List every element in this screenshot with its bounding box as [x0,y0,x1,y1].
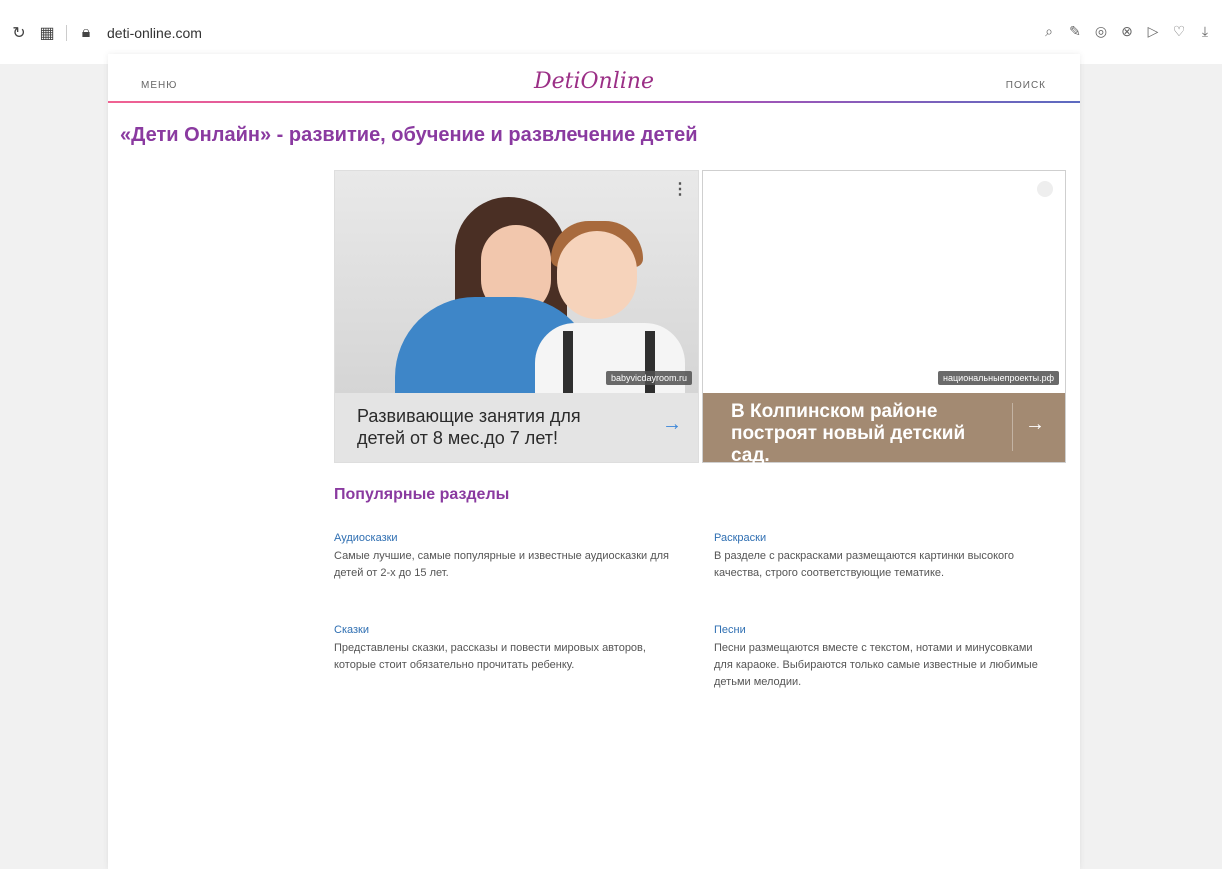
ad-caption-text: В Колпинском районе построят новый детск… [731,401,966,466]
edit-icon[interactable]: ✎ [1066,22,1084,40]
section-tales: Сказки Представлены сказки, рассказы и п… [334,624,674,674]
caption-divider [1012,403,1013,451]
popular-sections-title: Популярные разделы [334,486,510,503]
ad-caption[interactable]: Развивающие занятия для детей от 8 мес.д… [335,393,698,462]
section-description: Самые лучшие, самые популярные и известн… [334,550,670,579]
tabs-grid-icon[interactable]: ▦ [38,24,56,42]
toolbar-divider [66,25,67,41]
arrow-right-icon[interactable]: → [662,413,682,436]
search-link[interactable]: ПОИСК [1006,80,1046,91]
site-header: МЕНЮ DetiOnline ПОИСК [108,54,1080,103]
illustration-child-head [557,231,637,319]
page-container: МЕНЮ DetiOnline ПОИСК «Дети Онлайн» - ра… [108,54,1080,869]
search-icon[interactable]: ⌕ [1040,22,1058,40]
browser-right-controls: ⌕ ✎ ◎ ⊗ ▷ ♡ ⤓ [1040,22,1214,40]
arrow-right-icon[interactable]: → [1025,413,1045,436]
ad-card-right[interactable]: национальныепроекты.рф В Колпинском райо… [702,170,1066,466]
section-description: В разделе с раскрасками размещаются карт… [714,550,1015,579]
ad-caption-text: Развивающие занятия для детей от 8 мес.д… [357,406,581,448]
section-coloring: Раскраски В разделе с раскрасками размещ… [714,532,1054,582]
heart-icon[interactable]: ♡ [1170,22,1188,40]
download-icon[interactable]: ⤓ [1196,22,1214,40]
header-divider [108,101,1080,103]
illustration-strap [563,331,573,393]
refresh-icon[interactable]: ↻ [10,24,28,42]
section-link[interactable]: Аудиосказки [334,532,674,544]
address-bar-url[interactable]: deti-online.com [107,25,202,41]
extension-icon[interactable]: ◎ [1092,22,1110,40]
section-description: Представлены сказки, рассказы и повести … [334,642,646,671]
shield-icon[interactable]: ⊗ [1118,22,1136,40]
ad-caption[interactable]: В Колпинском районе построят новый детск… [703,393,1065,466]
section-link[interactable]: Песни [714,624,1054,636]
section-link[interactable]: Раскраски [714,532,1054,544]
page-title: «Дети Онлайн» - развитие, обучение и раз… [120,124,698,146]
section-audio-tales: Аудиосказки Самые лучшие, самые популярн… [334,532,674,582]
more-options-icon[interactable]: ⋮ [672,179,688,199]
section-description: Песни размещаются вместе с текстом, нота… [714,642,1038,688]
play-icon[interactable]: ▷ [1144,22,1162,40]
section-link[interactable]: Сказки [334,624,674,636]
ad-image[interactable]: ⋮ babyvicdayroom.ru [335,171,698,393]
ad-domain-chip: babyvicdayroom.ru [605,371,692,385]
ad-domain-chip: национальныепроекты.рф [938,371,1059,385]
lock-icon: 🔒︎ [81,24,91,41]
browser-left-controls: ↻ ▦ 🔒︎ deti-online.com [10,24,202,42]
ad-image[interactable]: национальныепроекты.рф [703,171,1065,393]
section-songs: Песни Песни размещаются вместе с текстом… [714,624,1054,691]
site-logo[interactable]: DetiOnline [108,69,1080,94]
ad-card-left[interactable]: ⋮ babyvicdayroom.ru Развивающие занятия … [334,170,699,463]
info-icon[interactable] [1037,181,1053,197]
